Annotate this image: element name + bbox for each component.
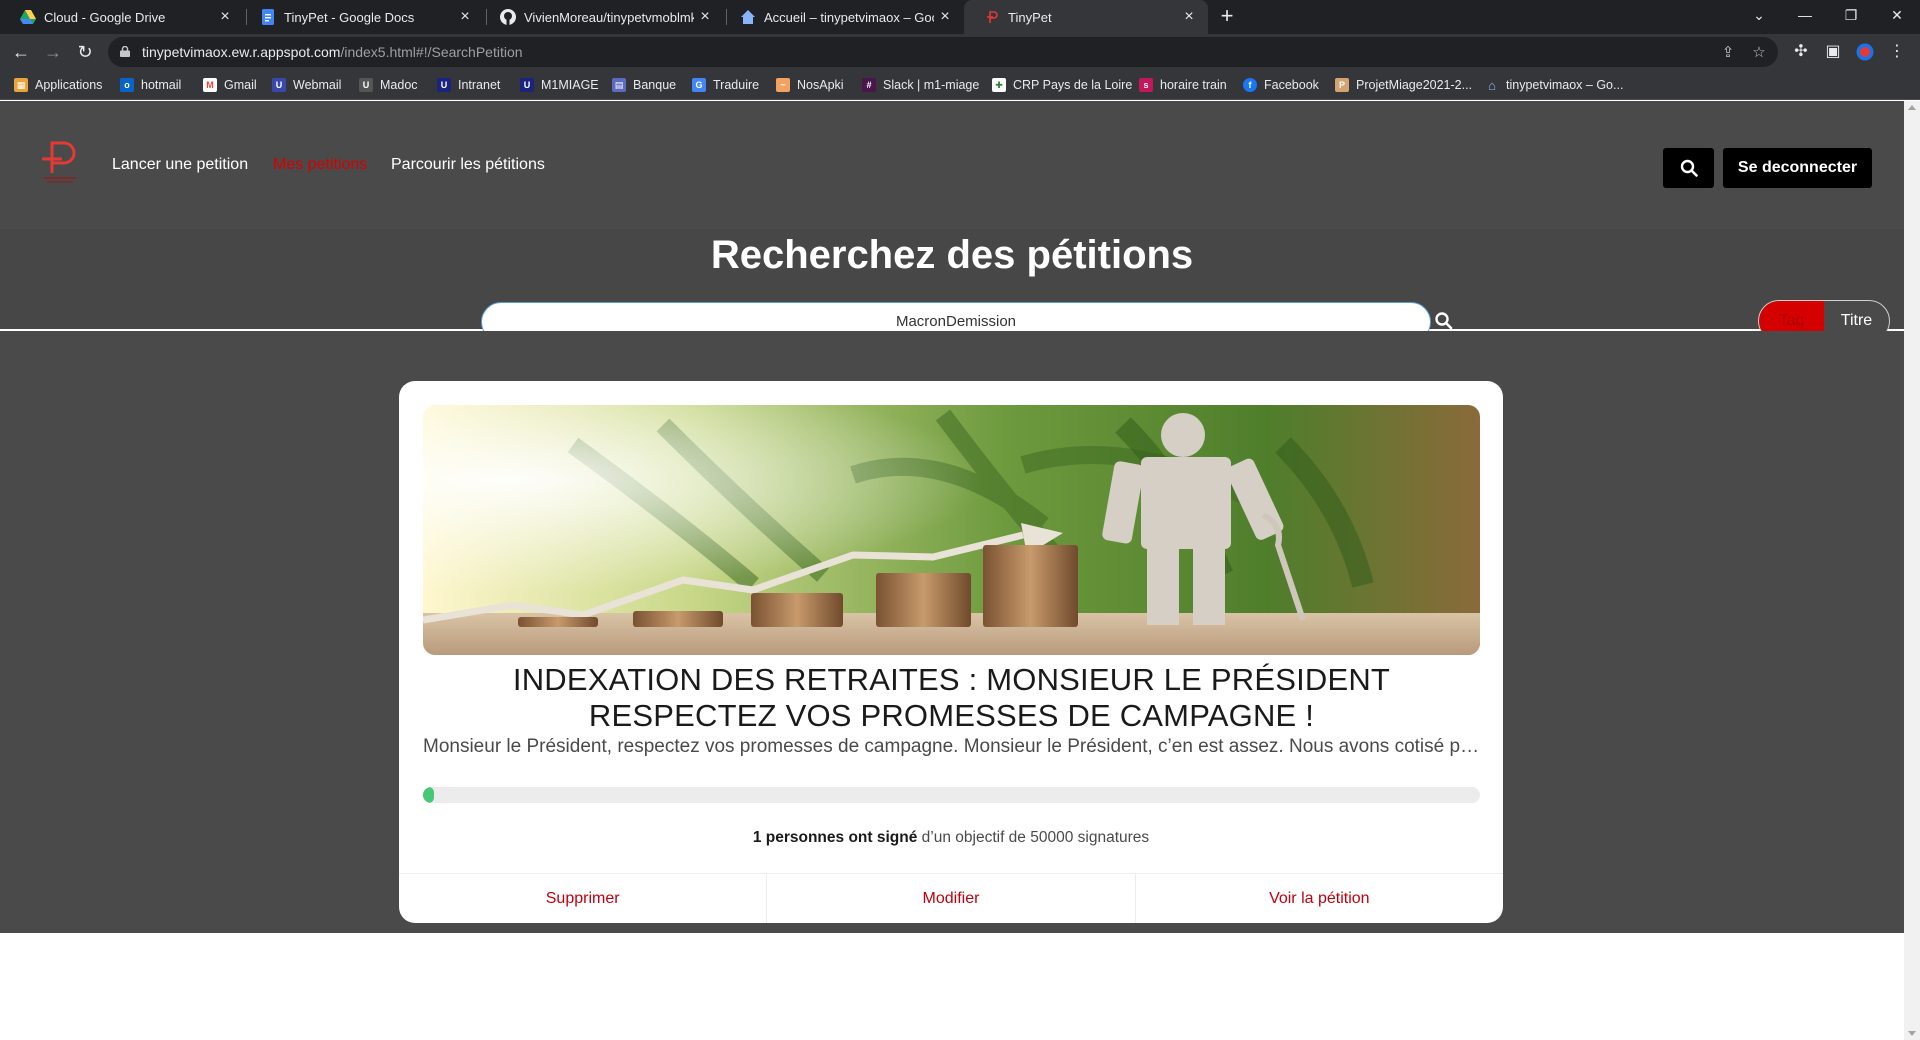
tab-title: TinyPet bbox=[1008, 9, 1052, 25]
nav-search-button[interactable] bbox=[1663, 148, 1714, 188]
search-icon[interactable] bbox=[1434, 311, 1454, 331]
page-scrollbar[interactable] bbox=[1904, 101, 1920, 1040]
bookmark-slack[interactable]: # Slack | m1-miage bbox=[862, 76, 979, 94]
tab-title: Accueil – tinypetvimaox – Google bbox=[764, 9, 934, 25]
back-icon[interactable]: ← bbox=[9, 40, 33, 64]
petition-description: Monsieur le Président, respectez vos pro… bbox=[423, 736, 1480, 757]
webmail-icon: U bbox=[272, 78, 286, 92]
translate-icon: G bbox=[692, 78, 706, 92]
view-petition-button[interactable]: Voir la pétition bbox=[1136, 874, 1503, 923]
scroll-up-icon[interactable] bbox=[1908, 105, 1916, 110]
profile-avatar[interactable] bbox=[1853, 40, 1877, 64]
nosapki-icon: ~ bbox=[776, 78, 790, 92]
tab-title: TinyPet - Google Docs bbox=[284, 9, 415, 25]
share-icon[interactable]: ⇪ bbox=[1719, 44, 1737, 62]
apps-grid-icon: ▦ bbox=[14, 78, 28, 92]
bookmark-banque[interactable]: ▤ Banque bbox=[612, 76, 676, 94]
scroll-down-icon[interactable] bbox=[1908, 1031, 1916, 1036]
gmail-icon: M bbox=[203, 78, 217, 92]
tinypet-icon bbox=[984, 9, 1000, 25]
app-engine-icon bbox=[740, 9, 756, 25]
reload-icon[interactable]: ↻ bbox=[73, 40, 97, 64]
close-icon[interactable]: × bbox=[454, 8, 476, 26]
signature-progress-fill bbox=[423, 787, 434, 803]
intranet-icon: U bbox=[437, 78, 451, 92]
bookmarks-bar: ▦ Applications o hotmail M Gmail U Webmail U… bbox=[0, 70, 1920, 100]
google-drive-icon bbox=[20, 9, 36, 25]
bookmark-hotmail[interactable]: o hotmail bbox=[120, 76, 181, 94]
signature-count: 1 personnes ont signé d’un objectif de 5… bbox=[752, 829, 1150, 846]
sncf-icon: s bbox=[1139, 78, 1153, 92]
bookmark-m1miage[interactable]: U M1MIAGE bbox=[520, 76, 599, 94]
tab-title: VivienMoreau/tinypetvmoblmk bbox=[524, 9, 694, 25]
signature-progress-bar bbox=[423, 787, 1480, 803]
github-icon bbox=[500, 9, 516, 25]
minimize-icon[interactable]: — bbox=[1782, 0, 1828, 30]
bookmark-gmail[interactable]: M Gmail bbox=[203, 76, 257, 94]
bookmark-tinypetvimaox[interactable]: ⌂ tinypetvimaox – Go... bbox=[1485, 76, 1623, 94]
petition-actions: Supprimer Modifier Voir la pétition bbox=[399, 873, 1503, 923]
bookmark-intranet[interactable]: U Intranet bbox=[437, 76, 500, 94]
facebook-icon: f bbox=[1243, 78, 1257, 92]
tab-search-icon[interactable]: ⌄ bbox=[1736, 0, 1782, 30]
edit-button[interactable]: Modifier bbox=[767, 874, 1136, 923]
bookmark-webmail[interactable]: U Webmail bbox=[272, 76, 341, 94]
project-icon: P bbox=[1335, 78, 1349, 92]
bookmark-traduire[interactable]: G Traduire bbox=[692, 76, 759, 94]
page-title: Recherchez des pétitions bbox=[710, 233, 1194, 277]
site-navbar: Lancer une petition Mes petitions Parcou… bbox=[0, 101, 1904, 229]
browser-tab-strip: Cloud - Google Drive × TinyPet - Google … bbox=[0, 0, 1920, 34]
window-close-icon[interactable]: ✕ bbox=[1874, 0, 1920, 30]
nav-launch-petition[interactable]: Lancer une petition bbox=[112, 156, 248, 174]
browser-toolbar: ← → ↻ tinypetvimaox.ew.r.appspot.com/ind… bbox=[0, 34, 1920, 70]
close-icon[interactable]: × bbox=[214, 8, 236, 26]
forward-icon[interactable]: → bbox=[41, 40, 65, 64]
app-engine-icon: ⌂ bbox=[1488, 77, 1496, 93]
tab-github[interactable]: VivienMoreau/tinypetvmoblmk × bbox=[480, 0, 724, 34]
bookmark-applications[interactable]: ▦ Applications bbox=[14, 76, 102, 94]
restore-icon[interactable]: ❐ bbox=[1828, 0, 1874, 30]
bookmark-horaire-train[interactable]: s horaire train bbox=[1139, 76, 1227, 94]
google-docs-icon bbox=[260, 9, 276, 25]
bookmark-projetmiage[interactable]: P ProjetMiage2021-2... bbox=[1335, 76, 1472, 94]
bookmark-crp[interactable]: ✚ CRP Pays de la Loire bbox=[992, 76, 1132, 94]
madoc-icon: U bbox=[359, 78, 373, 92]
bookmark-facebook[interactable]: f Facebook bbox=[1243, 76, 1319, 94]
new-tab-button[interactable]: + bbox=[1214, 4, 1240, 30]
address-bar[interactable]: tinypetvimaox.ew.r.appspot.com/index5.ht… bbox=[108, 37, 1778, 67]
bookmark-madoc[interactable]: U Madoc bbox=[359, 76, 418, 94]
close-icon[interactable]: × bbox=[694, 8, 716, 26]
extensions-icon[interactable]: ✣ bbox=[1789, 40, 1813, 64]
slack-icon: # bbox=[862, 78, 876, 92]
nav-my-petitions[interactable]: Mes petitions bbox=[273, 156, 367, 174]
bookmark-star-icon[interactable]: ☆ bbox=[1750, 44, 1768, 62]
close-icon[interactable]: × bbox=[1178, 8, 1200, 26]
m1miage-icon: U bbox=[520, 78, 534, 92]
bookmark-nosapki[interactable]: ~ NosApki bbox=[776, 76, 844, 94]
chrome-menu-icon[interactable]: ⋮ bbox=[1885, 40, 1909, 64]
page-viewport: Lancer une petition Mes petitions Parcou… bbox=[0, 101, 1904, 1040]
outlook-icon: o bbox=[120, 78, 134, 92]
petition-image bbox=[423, 405, 1480, 655]
url-text[interactable]: tinypetvimaox.ew.r.appspot.com/index5.ht… bbox=[142, 44, 523, 60]
crp-icon: ✚ bbox=[992, 78, 1006, 92]
tab-google-drive[interactable]: Cloud - Google Drive × bbox=[0, 0, 244, 34]
logout-button[interactable]: Se deconnecter bbox=[1723, 148, 1872, 188]
bank-icon: ▤ bbox=[612, 78, 626, 92]
lock-icon[interactable] bbox=[120, 46, 130, 57]
tab-app-engine[interactable]: Accueil – tinypetvimaox – Google × bbox=[720, 0, 964, 34]
tab-tinypet[interactable]: TinyPet × bbox=[964, 0, 1208, 34]
close-icon[interactable]: × bbox=[934, 8, 956, 26]
petition-title[interactable]: INDEXATION DES RETRAITES : MONSIEUR LE P… bbox=[423, 662, 1480, 734]
petition-card: INDEXATION DES RETRAITES : MONSIEUR LE P… bbox=[399, 381, 1503, 923]
search-icon bbox=[1680, 159, 1698, 177]
tab-google-docs[interactable]: TinyPet - Google Docs × bbox=[240, 0, 484, 34]
tab-title: Cloud - Google Drive bbox=[44, 9, 166, 25]
nav-browse-petitions[interactable]: Parcourir les pétitions bbox=[391, 156, 545, 174]
search-section: Recherchez des pétitions MacronDemission… bbox=[0, 229, 1904, 342]
tinypet-logo[interactable] bbox=[38, 137, 82, 187]
side-panel-icon[interactable]: ▣ bbox=[1821, 40, 1845, 64]
delete-button[interactable]: Supprimer bbox=[399, 874, 768, 923]
